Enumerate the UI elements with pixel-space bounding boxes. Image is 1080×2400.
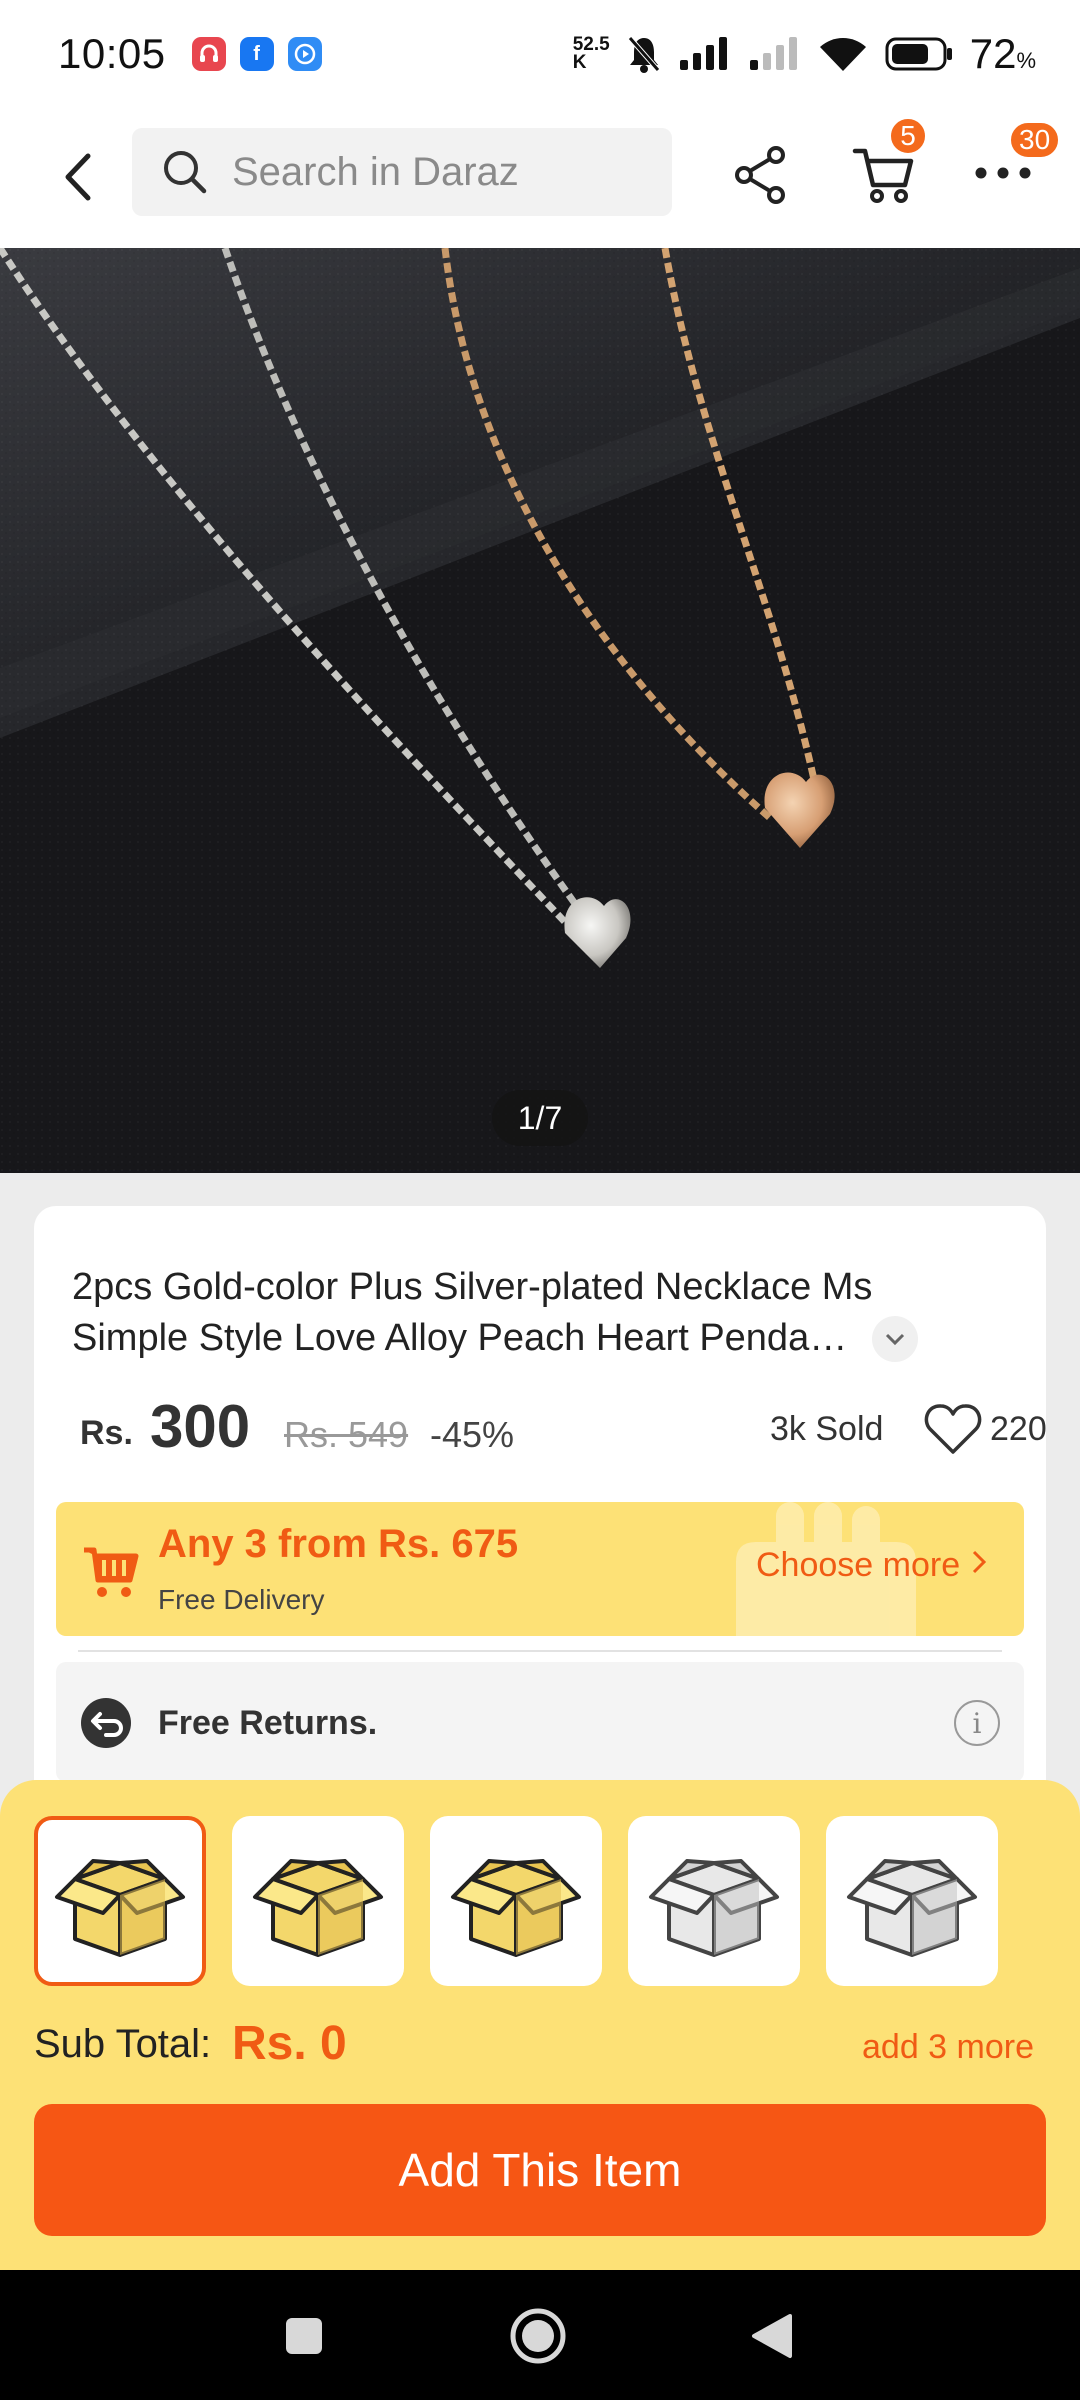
bell-muted-icon xyxy=(627,36,660,73)
status-notification-icons: f xyxy=(191,37,322,71)
promo-cart-icon xyxy=(84,1547,139,1597)
share-button[interactable] xyxy=(728,140,792,210)
recents-square-icon xyxy=(286,2318,322,2354)
recents-button[interactable] xyxy=(274,2306,334,2366)
bundle-slot-5[interactable] xyxy=(826,1816,998,1986)
choose-more-label: Choose more xyxy=(756,1546,961,1584)
empty-box-icon xyxy=(649,1859,779,1957)
wifi-icon xyxy=(819,38,866,71)
cart-button[interactable]: 5 xyxy=(846,116,928,214)
wishlist-button[interactable] xyxy=(924,1402,982,1456)
subtotal-value: Rs. 0 xyxy=(232,2017,347,2070)
product-title: 2pcs Gold-color Plus Silver-plated Neckl… xyxy=(72,1266,873,1359)
sold-count: 3k Sold xyxy=(770,1410,884,1448)
search-bar[interactable] xyxy=(132,128,672,216)
promo-title: Any 3 from Rs. 675 xyxy=(158,1522,519,1566)
back-arrow-icon xyxy=(65,153,91,201)
back-nav-button[interactable] xyxy=(742,2306,802,2366)
facebook-icon: f xyxy=(239,37,274,71)
back-button[interactable] xyxy=(48,144,108,210)
subtotal-label: Sub Total: xyxy=(34,2022,212,2066)
battery-value: 72 xyxy=(969,30,1017,77)
cart-count-badge: 5 xyxy=(888,116,928,156)
more-button[interactable]: 30 xyxy=(968,120,1062,208)
home-button[interactable] xyxy=(508,2306,568,2366)
add-this-item-button[interactable]: Add This Item xyxy=(34,2104,1046,2236)
product-image-gallery[interactable] xyxy=(0,248,1080,1173)
returns-row[interactable]: Free Returns. i xyxy=(56,1662,1024,1782)
more-dots-icon xyxy=(975,167,1031,179)
return-arrow-icon xyxy=(81,1698,131,1748)
wishlist-count: 220 xyxy=(990,1410,1047,1448)
product-info-card: 2pcs Gold-color Plus Silver-plated Neckl… xyxy=(34,1206,1047,1806)
bundle-slot-1[interactable] xyxy=(34,1816,206,1986)
price-currency: Rs. xyxy=(80,1414,133,1452)
chevron-down-icon xyxy=(885,1333,905,1346)
share-icon xyxy=(735,146,785,204)
music-app-icon xyxy=(191,37,226,71)
price-value: 300 xyxy=(150,1393,251,1460)
choose-more-link[interactable]: Choose more xyxy=(756,1546,988,1585)
empty-box-icon xyxy=(847,1859,977,1957)
bundle-promo-banner[interactable]: Any 3 from Rs. 675 Free Delivery Choose … xyxy=(56,1502,1024,1636)
heart-icon xyxy=(924,1404,982,1454)
battery-unit: % xyxy=(1016,48,1036,73)
system-navigation-bar xyxy=(0,2270,1080,2400)
network-speed: 52.5 K xyxy=(572,35,610,73)
price-row: Rs. 300 Rs. 549 -45% 3k Sold 220 xyxy=(80,1392,1047,1462)
app-header: 5 30 xyxy=(0,108,1080,248)
original-price: Rs. 549 xyxy=(284,1414,409,1455)
add-more-hint: add 3 more xyxy=(862,2028,1034,2066)
status-time: 10:05 xyxy=(58,30,166,77)
promo-subtitle: Free Delivery xyxy=(158,1584,325,1615)
filled-box-icon xyxy=(253,1859,383,1957)
filled-box-icon xyxy=(55,1859,185,1957)
expand-title-button[interactable] xyxy=(872,1316,918,1362)
status-indicators: 52.5 K 72% xyxy=(573,30,1036,78)
chevron-right-icon xyxy=(972,1550,986,1574)
messages-count-badge: 30 xyxy=(1008,120,1062,160)
necklace-product-photo xyxy=(0,248,1080,1173)
signal-icon xyxy=(679,37,727,70)
search-input[interactable] xyxy=(232,149,672,195)
home-circle-icon xyxy=(510,2308,566,2364)
filled-box-icon xyxy=(451,1859,581,1957)
bundle-slot-3[interactable] xyxy=(430,1816,602,1986)
battery-percentage: 72% xyxy=(970,30,1036,78)
back-triangle-icon xyxy=(752,2314,792,2358)
battery-icon xyxy=(885,37,952,71)
returns-label: Free Returns. xyxy=(158,1704,378,1742)
image-counter: 1/7 xyxy=(492,1090,588,1146)
status-bar: 10:05 f 52.5 K 72% xyxy=(0,0,1080,108)
network-speed-unit: K xyxy=(572,52,587,73)
discount-percentage: -45% xyxy=(430,1414,515,1455)
bundle-slots xyxy=(34,1816,998,1986)
bundle-slot-2[interactable] xyxy=(232,1816,404,1986)
bundle-slot-4[interactable] xyxy=(628,1816,800,1986)
info-icon[interactable]: i xyxy=(954,1700,1000,1746)
signal-secondary-icon xyxy=(749,37,797,70)
divider xyxy=(78,1650,1002,1652)
search-icon xyxy=(164,151,207,194)
bundle-sheet: Sub Total: Rs. 0 add 3 more Add This Ite… xyxy=(0,1780,1080,2270)
video-app-icon xyxy=(287,37,322,71)
